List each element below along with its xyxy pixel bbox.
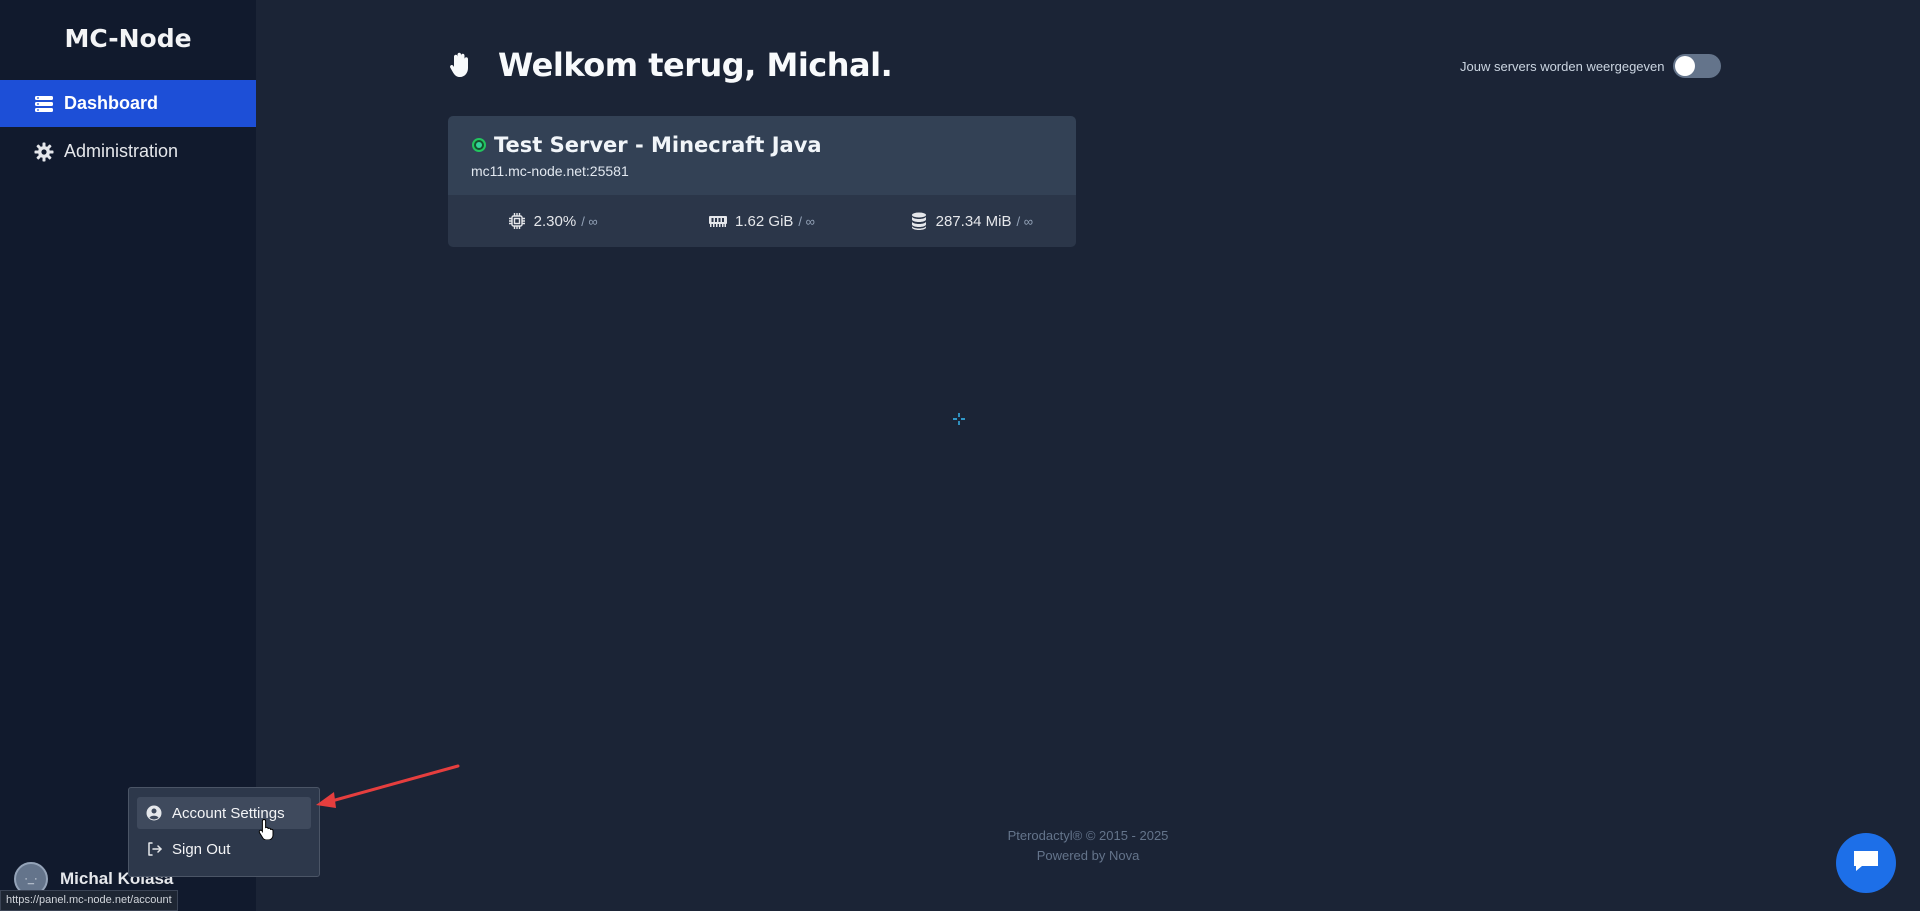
sidebar-item-dashboard[interactable]: Dashboard — [0, 80, 256, 127]
server-name: Test Server - Minecraft Java — [494, 133, 822, 157]
memory-value: 1.62 GiB — [735, 212, 794, 230]
user-menu-popup: Account Settings Sign Out — [128, 787, 320, 877]
status-bar-url: https://panel.mc-node.net/account — [0, 890, 178, 911]
cpu-limit: / ∞ — [581, 213, 598, 229]
welcome-header: Welkom terug, Michal. — [446, 46, 893, 84]
toggle-label: Jouw servers worden weergegeven — [1460, 58, 1665, 74]
memory-stat: 1.62 GiB / ∞ — [657, 212, 866, 230]
server-view-toggle-group: Jouw servers worden weergegeven — [1460, 54, 1721, 78]
disk-value: 287.34 MiB — [935, 212, 1012, 230]
memory-icon — [709, 212, 728, 230]
footer: Pterodactyl® © 2015 - 2025 Powered by No… — [900, 826, 1276, 866]
memory-limit: / ∞ — [798, 213, 815, 229]
hand-cursor-icon — [258, 818, 274, 840]
sidebar-item-administration[interactable]: Administration — [0, 128, 256, 175]
gear-icon — [33, 141, 55, 163]
waving-hand-icon — [446, 51, 474, 79]
account-settings-menu-item[interactable]: Account Settings — [137, 797, 311, 829]
server-card[interactable]: Test Server - Minecraft Java mc11.mc-nod… — [448, 116, 1076, 247]
sidebar: MC-Node Dashboard Administration ·_· Mic… — [0, 0, 256, 911]
user-circle-icon — [146, 805, 162, 821]
toggle-knob — [1674, 56, 1695, 76]
annotation-arrow — [316, 764, 460, 808]
footer-copyright[interactable]: Pterodactyl® © 2015 - 2025 — [900, 826, 1276, 846]
show-servers-toggle[interactable] — [1672, 54, 1721, 78]
server-card-header: Test Server - Minecraft Java mc11.mc-nod… — [448, 116, 1076, 195]
sidebar-item-label: Dashboard — [64, 93, 159, 113]
sidebar-item-label: Administration — [64, 141, 179, 161]
database-icon — [910, 212, 928, 230]
chat-support-button[interactable] — [1836, 833, 1896, 893]
server-stats: 2.30% / ∞ 1.62 GiB / ∞ 287.34 MiB / ∞ — [448, 195, 1076, 247]
crosshair-icon — [953, 413, 965, 425]
cpu-stat: 2.30% / ∞ — [448, 212, 657, 230]
footer-powered-by[interactable]: Powered by Nova — [900, 846, 1276, 866]
page-title: Welkom terug, Michal. — [498, 46, 893, 84]
disk-stat: 287.34 MiB / ∞ — [867, 212, 1076, 230]
cpu-chip-icon — [508, 212, 526, 230]
online-status-indicator — [472, 138, 486, 152]
sign-out-icon — [146, 841, 162, 857]
server-stack-icon — [33, 93, 55, 115]
chat-bubble-icon — [1851, 848, 1881, 879]
server-address: mc11.mc-node.net:25581 — [471, 163, 629, 179]
cpu-value: 2.30% — [533, 212, 577, 230]
sign-out-menu-item[interactable]: Sign Out — [137, 833, 311, 865]
disk-limit: / ∞ — [1016, 213, 1034, 229]
menu-item-label: Sign Out — [172, 840, 231, 858]
brand-logo[interactable]: MC-Node — [0, 24, 256, 53]
